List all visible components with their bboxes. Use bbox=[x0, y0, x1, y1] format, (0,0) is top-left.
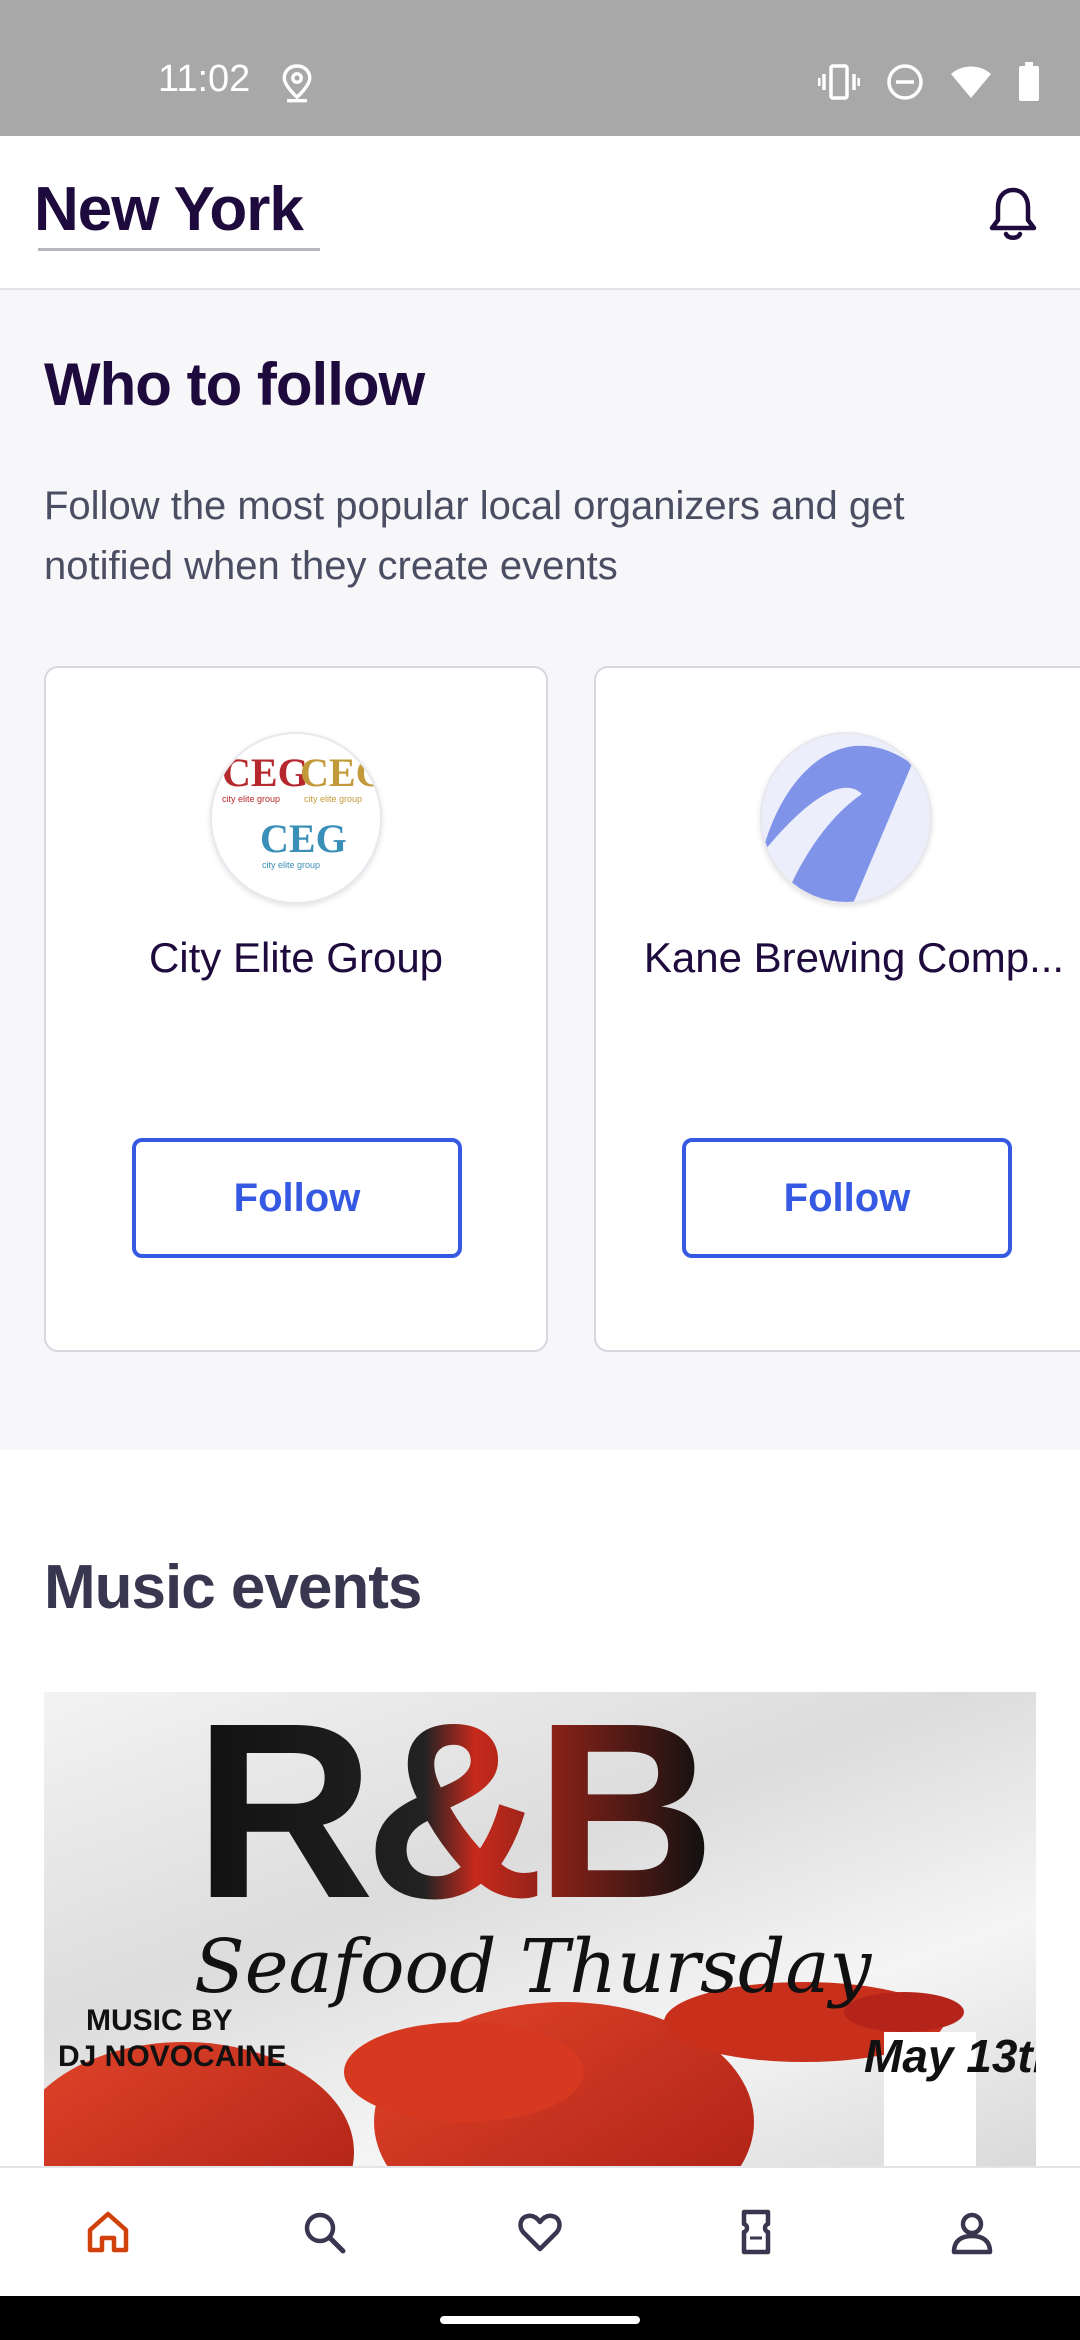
event-headline: R&B bbox=[194, 1692, 706, 1950]
system-gesture-bar bbox=[0, 2296, 1080, 2340]
svg-text:city elite group: city elite group bbox=[304, 794, 362, 804]
event-poster: R&B Seafood Thursday MUSIC BY DJ NOVOCAI… bbox=[44, 1692, 1036, 2166]
heart-icon bbox=[518, 2213, 562, 2252]
event-dj: DJ NOVOCAINE bbox=[58, 2040, 286, 2073]
event-date: May 13th bbox=[864, 2030, 1036, 2082]
kane-brewing-logo bbox=[762, 745, 912, 902]
battery-icon bbox=[1019, 62, 1039, 101]
gesture-handle[interactable] bbox=[440, 2316, 640, 2324]
organizer-name: Kane Brewing Comp... bbox=[643, 934, 1065, 981]
organizer-name: City Elite Group bbox=[148, 934, 444, 981]
city-underline bbox=[38, 248, 320, 251]
status-time: 11:02 bbox=[158, 58, 251, 100]
nav-home[interactable] bbox=[0, 2168, 216, 2296]
ticket-icon bbox=[741, 2209, 771, 2255]
app-header: New York bbox=[0, 136, 1080, 290]
who-to-follow-title: Who to follow bbox=[44, 351, 425, 418]
search-icon bbox=[304, 2212, 346, 2254]
vibrate-icon bbox=[818, 64, 860, 100]
who-to-follow-section: Who to follow Follow the most popular lo… bbox=[0, 290, 1080, 1450]
who-to-follow-subtitle: Follow the most popular local organizers… bbox=[44, 484, 905, 588]
follow-button[interactable]: Follow bbox=[682, 1138, 1012, 1258]
city-elite-group-logo: CEG CEG city elite group city elite grou… bbox=[222, 750, 382, 870]
event-script-text: Seafood Thursday bbox=[194, 1924, 873, 2010]
bottom-navigation bbox=[0, 2166, 1080, 2296]
svg-text:CEG: CEG bbox=[260, 816, 347, 861]
nav-tickets[interactable] bbox=[648, 2168, 864, 2296]
nav-search[interactable] bbox=[216, 2168, 432, 2296]
bell-icon[interactable] bbox=[986, 184, 1040, 244]
wifi-icon bbox=[951, 66, 991, 98]
organizer-card[interactable]: CEG CEG city elite group city elite grou… bbox=[44, 666, 548, 1352]
location-icon bbox=[282, 64, 312, 103]
organizer-avatar: CEG CEG city elite group city elite grou… bbox=[210, 732, 382, 904]
svg-text:city elite group: city elite group bbox=[222, 794, 280, 804]
home-icon bbox=[87, 2211, 129, 2253]
nav-profile[interactable] bbox=[864, 2168, 1080, 2296]
status-bar: 11:02 bbox=[0, 0, 1080, 136]
nav-likes[interactable] bbox=[432, 2168, 648, 2296]
svg-text:CEG: CEG bbox=[300, 750, 382, 795]
organizer-card[interactable]: Kane Brewing Comp... Follow bbox=[594, 666, 1080, 1352]
music-events-title: Music events bbox=[44, 1553, 422, 1622]
svg-text:city elite group: city elite group bbox=[262, 860, 320, 870]
event-card-image[interactable]: R&B Seafood Thursday MUSIC BY DJ NOVOCAI… bbox=[44, 1692, 1036, 2166]
event-music-by: MUSIC BY bbox=[86, 2004, 233, 2037]
organizer-avatar bbox=[760, 732, 932, 904]
svg-text:CEG: CEG bbox=[222, 750, 309, 795]
follow-button[interactable]: Follow bbox=[132, 1138, 462, 1258]
city-selector[interactable]: New York bbox=[34, 174, 304, 245]
music-events-section: Music events R&B Seafood Thursday MUSIC … bbox=[0, 1450, 1080, 2166]
profile-icon bbox=[951, 2212, 993, 2255]
dnd-icon bbox=[887, 64, 923, 100]
